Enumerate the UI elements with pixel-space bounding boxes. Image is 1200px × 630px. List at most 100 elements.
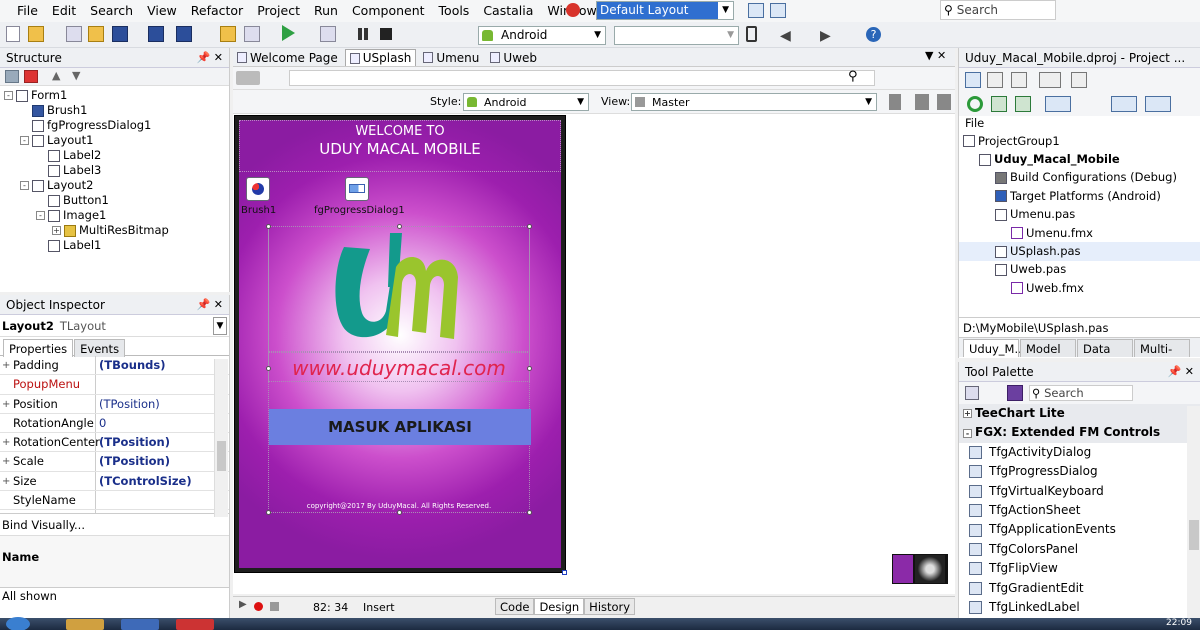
collapse-icon[interactable]: - xyxy=(20,181,29,190)
back-arrow-icon[interactable]: ◀ xyxy=(780,28,791,44)
preview-thumbnail[interactable] xyxy=(892,554,948,584)
property-row[interactable]: + Position (TPosition) xyxy=(0,394,229,414)
selection-handle[interactable] xyxy=(527,366,532,371)
help-icon[interactable] xyxy=(566,3,580,17)
structure-node[interactable]: Button1 xyxy=(0,193,229,208)
menu-tools[interactable]: Tools xyxy=(432,0,477,22)
selection-handle[interactable] xyxy=(527,224,532,229)
view-icon[interactable] xyxy=(1039,72,1061,88)
view-tab-design[interactable]: Design xyxy=(534,598,585,615)
compile-icon[interactable] xyxy=(1015,96,1031,112)
selection-handle[interactable] xyxy=(397,510,402,515)
project-node[interactable]: USplash.pas xyxy=(959,242,1200,261)
menu-run[interactable]: Run xyxy=(307,0,345,22)
project-manager-icon[interactable] xyxy=(244,26,260,42)
component-filter-icon[interactable] xyxy=(1007,385,1023,401)
project-tab[interactable]: Data Ex... xyxy=(1077,339,1133,374)
menu-file[interactable]: File xyxy=(10,0,45,22)
collapse-icon[interactable]: - xyxy=(36,211,45,220)
activate-icon[interactable] xyxy=(965,72,981,88)
expand-icon[interactable]: + xyxy=(2,395,10,414)
property-row[interactable]: TabOrder 0 xyxy=(0,510,229,513)
form-selector-icon[interactable] xyxy=(236,71,260,85)
stop-macro-icon[interactable] xyxy=(270,602,279,611)
project-node[interactable]: Uduy_Macal_Mobile xyxy=(959,150,1200,168)
palette-item[interactable]: TfgGradientEdit xyxy=(959,579,1200,598)
property-row[interactable]: RotationAngle 0 xyxy=(0,413,229,434)
palette-item[interactable]: TfgActionSheet xyxy=(959,501,1200,520)
project-tab[interactable]: Multi-D... xyxy=(1134,339,1190,374)
pin-close-icon[interactable]: 📌 ✕ xyxy=(197,48,223,68)
palette-item[interactable]: TfgFlipView xyxy=(959,559,1200,578)
palette-item[interactable]: TfgApplicationEvents xyxy=(959,520,1200,539)
expand-all-icon[interactable] xyxy=(5,70,19,83)
expand-icon[interactable]: + xyxy=(2,452,10,471)
device-combo[interactable]: ▼ xyxy=(614,26,739,45)
structure-node[interactable]: Label1 xyxy=(0,238,229,253)
property-value[interactable]: (TPosition) xyxy=(95,433,229,452)
menu-refactor[interactable]: Refactor xyxy=(184,0,250,22)
menu-project[interactable]: Project xyxy=(250,0,307,22)
menu-view[interactable]: View xyxy=(140,0,184,22)
doc-tab-umenu[interactable]: Umenu xyxy=(419,49,483,66)
selection-handle[interactable] xyxy=(527,510,532,515)
palette-scrollbar[interactable] xyxy=(1187,406,1200,630)
search-icon[interactable]: ⚲ xyxy=(848,69,858,84)
pause-icon[interactable] xyxy=(358,28,362,40)
property-scrollbar[interactable] xyxy=(214,359,228,517)
down-arrow-icon[interactable]: ▼ xyxy=(72,69,80,82)
property-value[interactable]: 0 xyxy=(95,510,229,513)
delete-icon[interactable] xyxy=(24,70,38,83)
run-icon[interactable] xyxy=(282,25,295,41)
form-resize-handle[interactable] xyxy=(562,570,567,575)
pin-close-icon[interactable]: 📌 ✕ xyxy=(197,295,223,315)
view-tab-history[interactable]: History xyxy=(584,598,636,615)
palette-item[interactable]: TfgVirtualKeyboard xyxy=(959,482,1200,501)
property-row[interactable]: PopupMenu xyxy=(0,375,229,395)
property-value[interactable]: (TPosition) xyxy=(95,394,229,413)
build-icon[interactable] xyxy=(991,96,1007,112)
property-row[interactable]: + RotationCenter (TPosition) xyxy=(0,433,229,453)
bind-visually-link[interactable]: Bind Visually... xyxy=(0,513,229,535)
form-frame[interactable]: WELCOME TO UDUY MACAL MOBILE Brush1 fgPr… xyxy=(234,115,566,573)
selection-handle[interactable] xyxy=(266,510,271,515)
expand-icon[interactable]: + xyxy=(2,472,10,491)
component-filter-input[interactable] xyxy=(289,70,875,86)
new-icon[interactable] xyxy=(987,72,1003,88)
open-file-icon[interactable] xyxy=(220,26,236,42)
project-node[interactable]: Umenu.fmx xyxy=(959,224,1200,242)
taskbar-ide-icon[interactable] xyxy=(176,619,214,630)
expand-icon[interactable]: + xyxy=(52,226,61,235)
layout-combo[interactable]: Default Layout ▼ xyxy=(596,1,734,20)
restore-layout-icon[interactable] xyxy=(770,3,786,18)
doc-tab-uweb[interactable]: Uweb xyxy=(486,49,541,66)
image1[interactable] xyxy=(268,226,530,352)
selection-handle[interactable] xyxy=(266,366,271,371)
brush-component-icon[interactable] xyxy=(246,177,270,201)
project-tab[interactable]: Model ... xyxy=(1020,339,1076,374)
inspector-object-selector[interactable]: Layout2 TLayout ▼ xyxy=(0,315,229,337)
menu-edit[interactable]: Edit xyxy=(45,0,83,22)
menu-castalia[interactable]: Castalia xyxy=(476,0,540,22)
expand-icon[interactable]: + xyxy=(2,356,10,375)
save-project-icon[interactable] xyxy=(176,26,192,42)
palette-item[interactable]: TfgProgressDialog xyxy=(959,462,1200,481)
layout1[interactable]: WELCOME TO UDUY MACAL MOBILE xyxy=(239,120,561,172)
property-row[interactable]: StyleName xyxy=(0,491,229,511)
palette-search-input[interactable]: ⚲ Search xyxy=(1029,385,1133,401)
palette-category[interactable]: + TeeChart Lite xyxy=(959,404,1200,424)
expand-icon[interactable]: + xyxy=(963,409,972,419)
help-contents-icon[interactable]: ? xyxy=(866,27,881,42)
add-view-icon[interactable] xyxy=(937,94,951,110)
start-button[interactable] xyxy=(6,617,30,630)
collapse-icon[interactable]: - xyxy=(20,136,29,145)
chevron-down-icon[interactable]: ▼ xyxy=(213,316,227,335)
doc-tab-usplash[interactable]: USplash xyxy=(344,49,417,66)
taskbar-explorer-icon[interactable] xyxy=(66,619,104,630)
save-icon[interactable] xyxy=(112,26,128,42)
palette-item[interactable]: TfgLinkedLabel xyxy=(959,598,1200,617)
property-row[interactable]: + Padding (TBounds) xyxy=(0,356,229,376)
structure-node[interactable]: - Form1 xyxy=(0,88,229,103)
tab-properties[interactable]: Properties xyxy=(3,339,74,357)
property-value[interactable] xyxy=(95,375,229,394)
